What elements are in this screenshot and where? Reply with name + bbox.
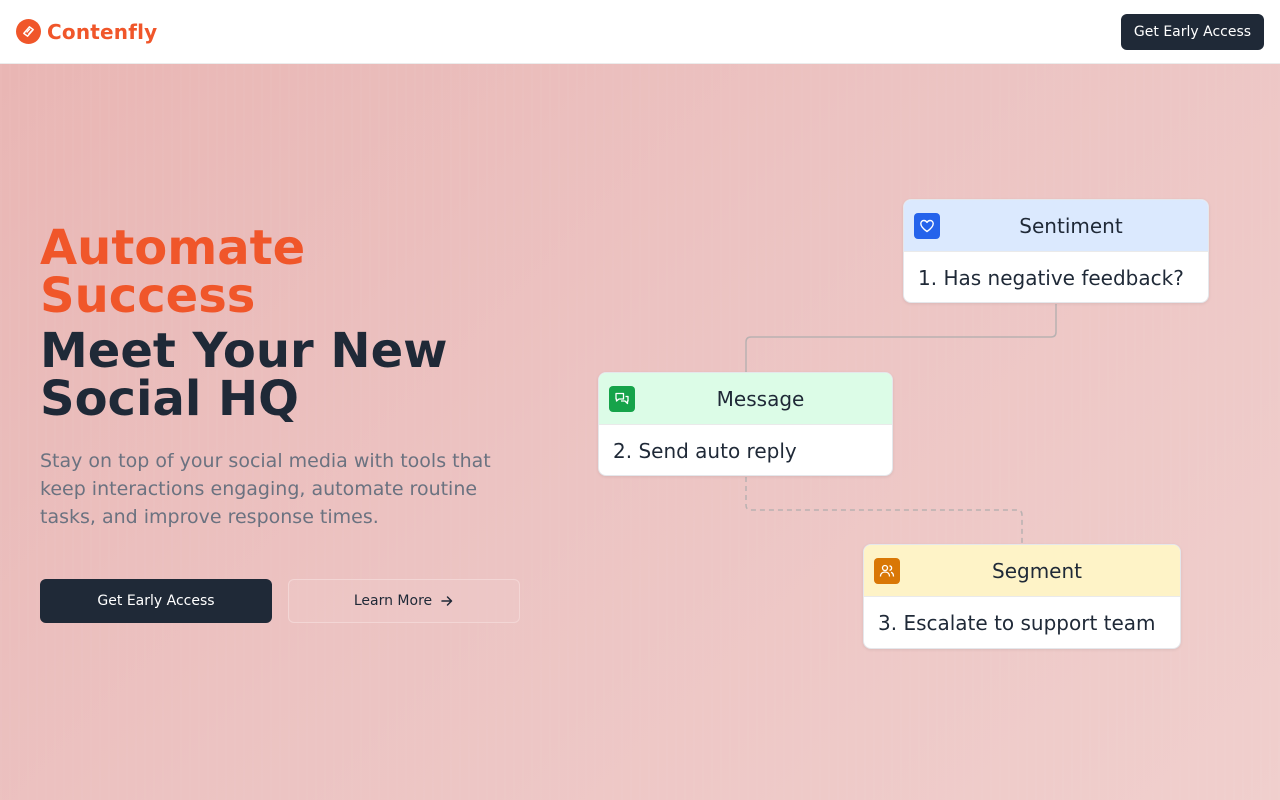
flow-card-sentiment[interactable]: Sentiment 1. Has negative feedback? <box>903 199 1209 303</box>
flow-card-segment[interactable]: Segment 3. Escalate to support team <box>863 544 1181 649</box>
hero-headline-main: Meet Your New Social HQ <box>40 327 560 423</box>
card-action: 3. Escalate to support team <box>878 610 1156 635</box>
hero-headline-accent: Automate Success <box>40 224 560 320</box>
card-title: Message <box>716 386 805 411</box>
arrow-right-icon <box>441 596 453 606</box>
chat-bubbles-icon <box>609 386 635 412</box>
headline-main-line-1: Meet Your New <box>40 323 448 379</box>
card-header: Sentiment <box>904 200 1208 252</box>
hero-section: Automate Success Meet Your New Social HQ… <box>0 64 1280 800</box>
users-icon <box>874 558 900 584</box>
headline-main-line-2: Social HQ <box>40 371 299 427</box>
headline-accent-line-2: Success <box>40 268 256 324</box>
headline-accent-line-1: Automate <box>40 220 306 276</box>
card-header: Message <box>599 373 892 425</box>
hero-subtext: Stay on top of your social media with to… <box>40 450 491 528</box>
heart-icon <box>914 213 940 239</box>
contenfly-logo-icon <box>16 19 41 44</box>
card-title: Segment <box>992 558 1082 583</box>
learn-more-label: Learn More <box>353 593 433 609</box>
learn-more-button[interactable]: Learn More <box>288 579 520 623</box>
hero-get-early-access-button[interactable]: Get Early Access <box>40 579 272 623</box>
card-header: Segment <box>864 545 1180 597</box>
card-action: 1. Has negative feedback? <box>918 265 1184 290</box>
brand-logo-link[interactable]: Contenfly <box>16 19 157 44</box>
nav-get-early-access-button[interactable]: Get Early Access <box>1121 13 1264 50</box>
card-action: 2. Send auto reply <box>613 438 797 463</box>
card-title: Sentiment <box>1019 213 1123 238</box>
top-navbar: Contenfly Get Early Access <box>0 0 1280 64</box>
flow-card-message[interactable]: Message 2. Send auto reply <box>598 372 893 476</box>
brand-name: Contenfly <box>47 19 158 44</box>
